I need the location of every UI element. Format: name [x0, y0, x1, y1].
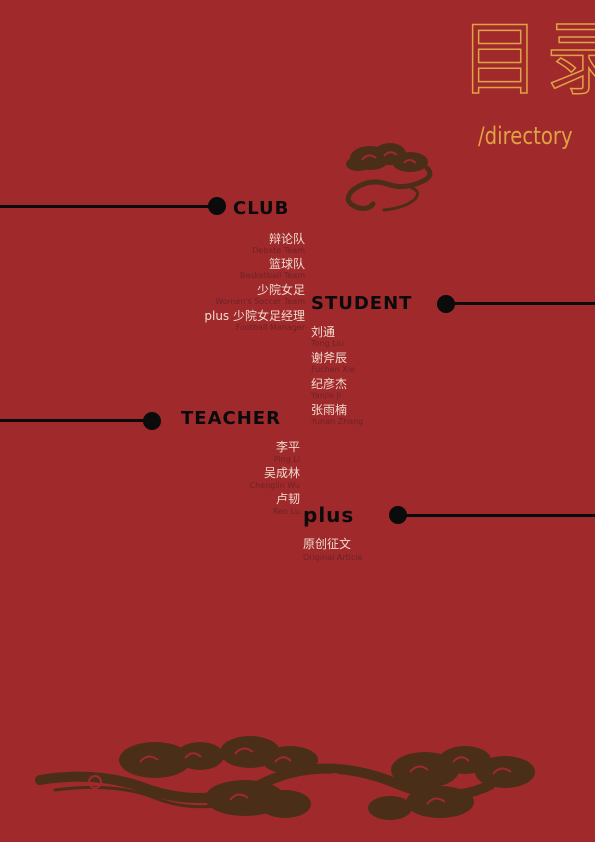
- teacher-item-2: 吴成林: [263, 466, 300, 480]
- teacher-item-2-en: Chenglin Wu: [249, 481, 300, 490]
- club-item-3-en: Women's Soccer Team: [215, 297, 305, 306]
- club-item-2: 篮球队: [268, 257, 305, 271]
- plus-heading: plus: [303, 503, 355, 527]
- club-item-4: plus 少院女足经理: [204, 309, 305, 323]
- teacher-heading: TEACHER: [181, 408, 281, 429]
- title-chinese: 目录: [459, 13, 595, 106]
- cloud-top-icon: [345, 143, 433, 212]
- student-item-1-en: Tong Liu: [311, 339, 344, 348]
- club-dot: [208, 197, 226, 215]
- student-line: [450, 302, 595, 305]
- teacher-item-3-en: Ren Lu: [272, 507, 300, 516]
- title-english: /directory: [478, 122, 573, 150]
- student-item-3: 纪彦杰: [311, 377, 348, 391]
- student-item-1: 刘通: [311, 325, 336, 339]
- student-item-2: 谢斧辰: [311, 351, 348, 365]
- student-heading: STUDENT: [311, 293, 413, 314]
- student-item-4: 张雨楠: [311, 403, 348, 417]
- club-item-3: 少院女足: [256, 283, 305, 297]
- club-item-2-en: Basketball Team: [239, 271, 305, 280]
- teacher-item-3: 卢韧: [275, 492, 300, 506]
- plus-line: [402, 514, 595, 517]
- student-item-4-en: Yunan Zhang: [311, 417, 364, 426]
- club-line: [0, 205, 210, 208]
- teacher-item-1: 李平: [275, 440, 300, 454]
- club-item-4-en: Football Manager: [235, 323, 305, 332]
- club-item-1: 辩论队: [268, 232, 305, 246]
- teacher-item-1-en: Ping Li: [273, 455, 300, 464]
- teacher-dot: [143, 412, 161, 430]
- club-item-1-en: Debate Team: [252, 246, 305, 255]
- teacher-line: [0, 419, 150, 422]
- plus-item-1-en: Original Article: [303, 553, 363, 562]
- student-item-2-en: Fuchen Xie: [311, 365, 355, 374]
- cloud-bottom-icon: [35, 736, 535, 820]
- plus-item-1: 原创征文: [303, 537, 352, 551]
- student-item-3-en: Yanjie Ji: [311, 391, 342, 400]
- club-heading: CLUB: [233, 198, 290, 219]
